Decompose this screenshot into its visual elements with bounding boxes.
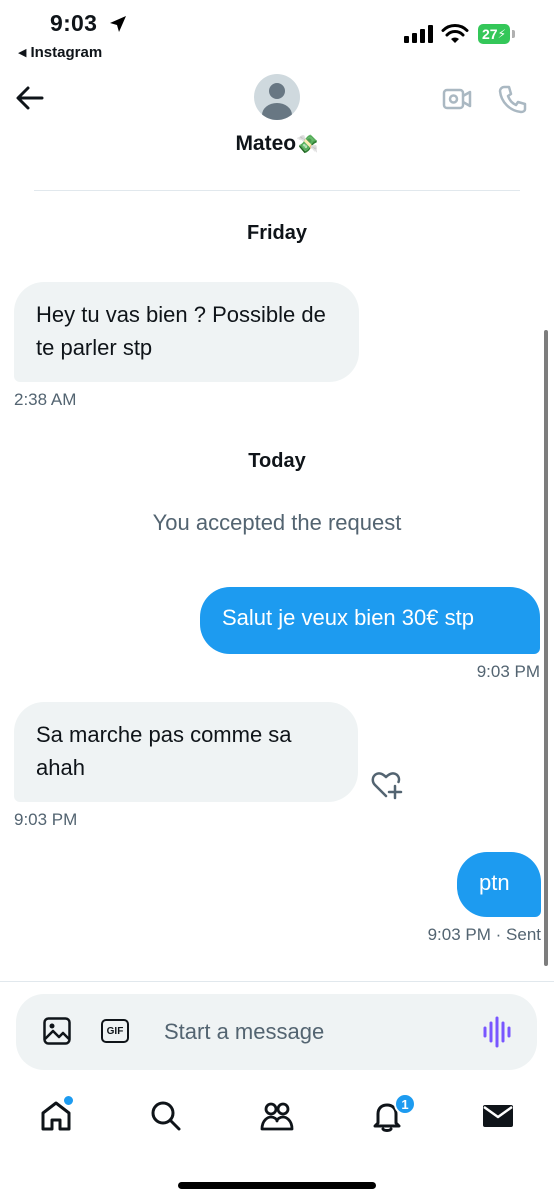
heart-plus-icon[interactable] (371, 770, 403, 800)
message-bubble-incoming[interactable]: Sa marche pas comme sa ahah (14, 702, 358, 802)
tab-search[interactable] (146, 1096, 186, 1136)
search-icon (151, 1101, 181, 1131)
back-app-label: Instagram (30, 44, 103, 61)
message-meta: 9:03 PM · Sent (380, 925, 541, 945)
system-message: You accepted the request (152, 510, 402, 535)
message-bubble-outgoing[interactable]: ptn (457, 852, 541, 917)
home-unread-dot (62, 1094, 75, 1107)
tab-communities[interactable] (257, 1096, 297, 1136)
message-timestamp: 9:03 PM (476, 662, 540, 681)
notifications-badge: 1 (394, 1093, 416, 1115)
contact-avatar[interactable] (254, 74, 300, 120)
gif-icon[interactable]: GIF (101, 1019, 129, 1043)
avatar-body (262, 103, 292, 120)
status-time: 9:03 (50, 10, 98, 36)
phone-icon[interactable] (498, 84, 528, 114)
message-timestamp: 9:03 PM (14, 810, 78, 829)
header-divider (34, 190, 520, 191)
home-indicator[interactable] (178, 1182, 376, 1189)
back-arrow-icon[interactable] (14, 84, 46, 112)
battery-cap (512, 30, 515, 38)
back-triangle-icon: ◀ (18, 47, 27, 59)
voice-wave-icon[interactable] (482, 1016, 512, 1048)
location-arrow-icon (110, 16, 126, 32)
image-icon[interactable] (42, 1016, 72, 1046)
message-timestamp: 9:03 PM (427, 925, 491, 944)
wifi-icon (441, 24, 469, 43)
day-separator-friday: Friday (246, 222, 308, 244)
message-sent-status: · Sent (495, 925, 541, 944)
envelope-icon (483, 1105, 513, 1127)
people-icon (260, 1102, 294, 1131)
money-wings-emoji: 💸 (296, 134, 319, 154)
cellular-signal-icon (404, 25, 433, 43)
charging-bolt-icon: ⚡ (497, 27, 506, 41)
contact-name-text: Mateo (235, 132, 297, 155)
message-timestamp: 2:38 AM (14, 390, 77, 409)
message-input[interactable] (164, 1014, 464, 1050)
day-separator-today: Today (248, 450, 306, 472)
contact-name[interactable]: Mateo💸 (0, 132, 554, 156)
battery-indicator: 27 ⚡ (478, 24, 510, 44)
battery-level: 27 (481, 26, 498, 42)
back-to-app-link[interactable]: ◀ Instagram (18, 44, 102, 61)
avatar-head (269, 83, 285, 99)
scrollbar[interactable] (544, 330, 548, 966)
message-bubble-outgoing[interactable]: Salut je veux bien 30€ stp (200, 587, 540, 654)
video-call-icon[interactable] (442, 86, 472, 112)
tab-messages[interactable] (478, 1096, 518, 1136)
composer-divider (0, 981, 554, 982)
message-bubble-incoming[interactable]: Hey tu vas bien ? Possible de te parler … (14, 282, 359, 382)
